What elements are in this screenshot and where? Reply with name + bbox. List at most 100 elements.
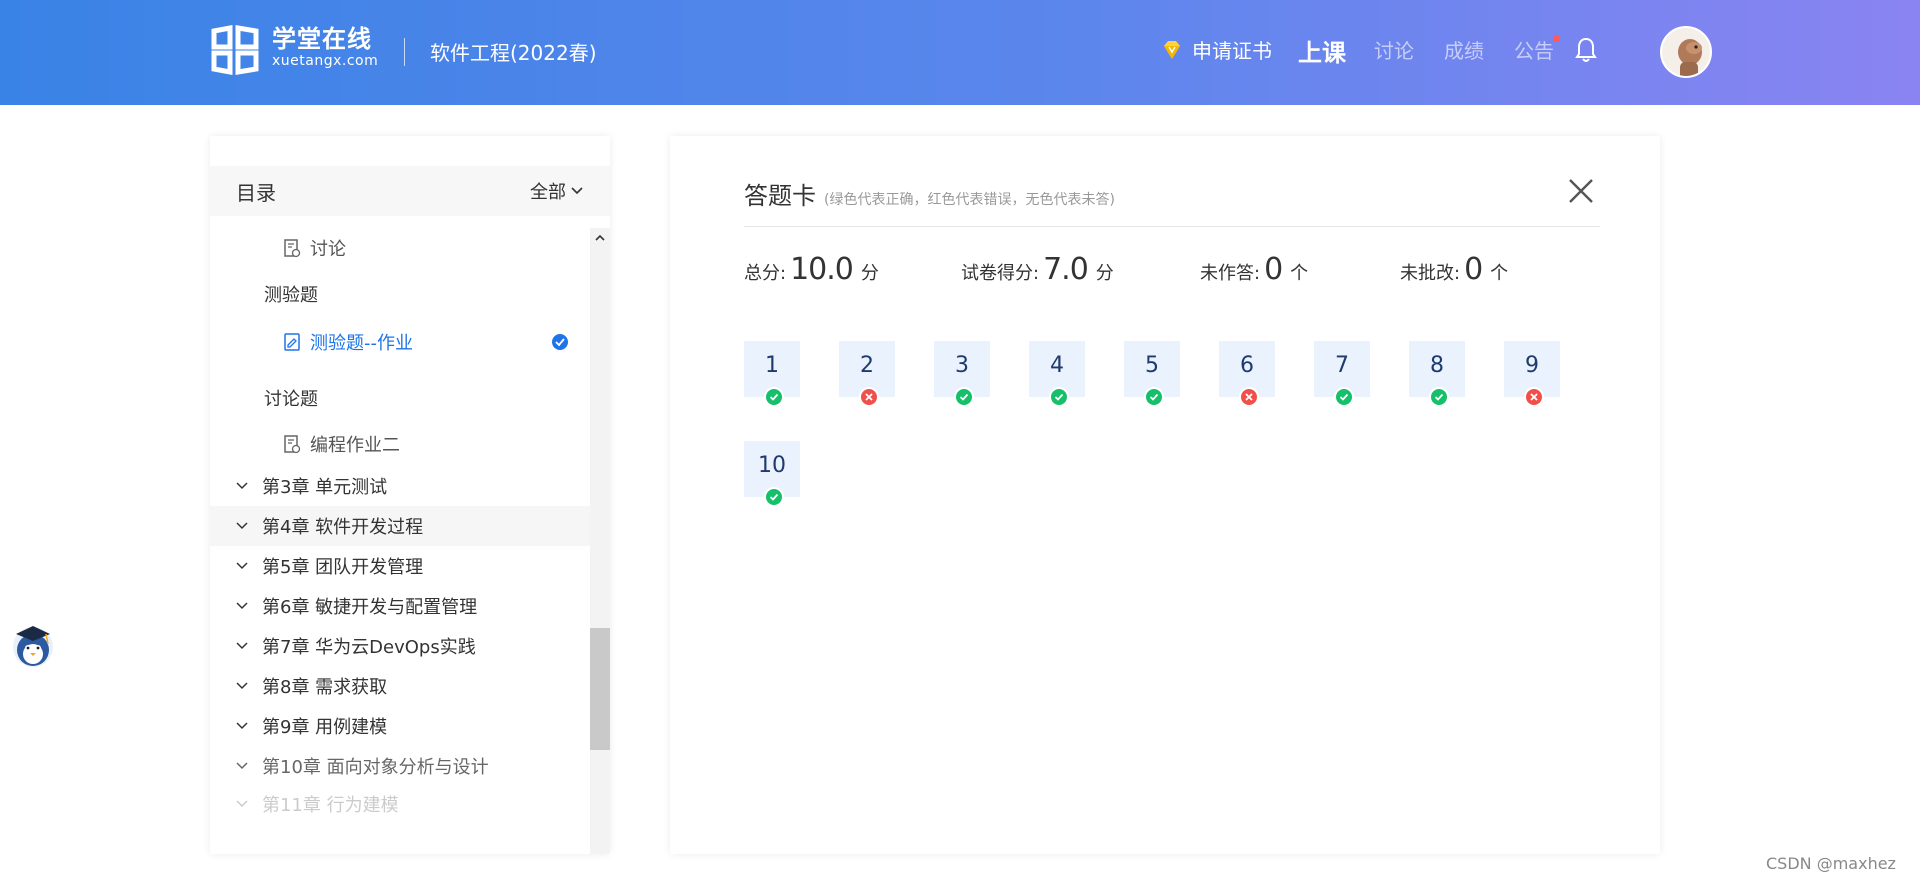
chapter-label: 第10章 面向对象分析与设计 [262, 757, 489, 778]
question-3-button[interactable]: 3 [934, 341, 990, 407]
catalog-scrollbar-thumb[interactable] [590, 628, 610, 750]
panel-divider [744, 226, 1600, 227]
chapter-5[interactable]: 第5章 团队开发管理 [210, 546, 590, 586]
question-2-button[interactable]: 2 [839, 341, 895, 407]
catalog-scrollbar[interactable] [590, 228, 610, 854]
question-number: 9 [1525, 353, 1539, 378]
chevron-down-icon [236, 602, 248, 610]
logo-text[interactable]: 学堂在线 xuetangx.com [272, 25, 378, 69]
question-number: 8 [1430, 353, 1444, 378]
nav-notice-label: 公告 [1514, 39, 1554, 63]
question-10-button[interactable]: 10 [744, 441, 800, 507]
chevron-down-icon [236, 482, 248, 490]
course-title[interactable]: 软件工程(2022春) [430, 37, 597, 66]
notice-badge-dot [1553, 35, 1560, 42]
nav-notice[interactable]: 公告 [1514, 35, 1560, 64]
question-6-button[interactable]: 6 [1219, 341, 1275, 407]
stat-unit: 个 [1490, 263, 1509, 284]
catalog-sidebar: 目录 全部 讨论 测验题 测验题--作业 讨论题 编程作业二 第3章 单元测试 … [210, 136, 610, 854]
quiz-edit-icon [284, 333, 300, 351]
chapter-9[interactable]: 第9章 用例建模 [210, 706, 590, 746]
logo-cn: 学堂在线 [272, 25, 372, 53]
user-avatar[interactable] [1660, 26, 1712, 78]
chapter-6[interactable]: 第6章 敏捷开发与配置管理 [210, 586, 590, 626]
bell-icon[interactable] [1574, 36, 1598, 64]
catalog-header: 目录 全部 [210, 166, 610, 216]
answer-card-title: 答题卡 [744, 182, 816, 210]
nav-grades[interactable]: 成绩 [1444, 35, 1484, 64]
diamond-icon [1164, 40, 1180, 59]
header-divider [404, 38, 405, 66]
catalog-item-quiz-homework[interactable]: 测验题--作业 [210, 322, 590, 362]
chapter-8[interactable]: 第8章 需求获取 [210, 666, 590, 706]
answer-card-panel: 答题卡 (绿色代表正确，红色代表错误，无色代表未答) 总分: 10.0 分 试卷… [670, 136, 1660, 854]
question-number: 10 [758, 453, 786, 478]
correct-check-icon [764, 487, 784, 507]
close-icon[interactable] [1566, 176, 1596, 206]
chapter-11[interactable]: 第11章 行为建模 [210, 784, 590, 824]
catalog-item-label: 编程作业二 [310, 435, 400, 456]
chapter-label: 第3章 单元测试 [262, 477, 388, 498]
question-8-button[interactable]: 8 [1409, 341, 1465, 407]
xuetangx-logo-icon[interactable] [210, 25, 260, 75]
catalog-section-quiz: 测验题 [210, 274, 590, 314]
chapter-7[interactable]: 第7章 华为云DevOps实践 [210, 626, 590, 666]
stat-unit: 个 [1290, 263, 1309, 284]
correct-check-icon [1429, 387, 1449, 407]
catalog-filter-dropdown[interactable]: 全部 [530, 178, 584, 204]
answer-card-legend-hint: (绿色代表正确，红色代表错误，无色代表未答) [824, 192, 1115, 208]
nav-discussion[interactable]: 讨论 [1374, 35, 1414, 64]
question-number: 4 [1050, 353, 1064, 378]
correct-check-icon [954, 387, 974, 407]
question-number: 6 [1240, 353, 1254, 378]
catalog-title: 目录 [236, 180, 276, 205]
answer-card-heading: 答题卡 (绿色代表正确，红色代表错误，无色代表未答) [744, 176, 1115, 211]
catalog-item-programming-2[interactable]: 编程作业二 [210, 424, 590, 464]
question-7-button[interactable]: 7 [1314, 341, 1370, 407]
nav-lesson[interactable]: 上课 [1298, 33, 1346, 68]
apply-certificate-link[interactable]: 申请证书 [1160, 35, 1272, 64]
wrong-cross-icon [859, 387, 879, 407]
question-5-button[interactable]: 5 [1124, 341, 1180, 407]
document-icon [284, 435, 301, 454]
chapter-10[interactable]: 第10章 面向对象分析与设计 [210, 746, 590, 786]
stat-value: 10.0 [790, 252, 854, 287]
catalog-section-label: 讨论题 [264, 389, 318, 410]
stat-value: 0 [1264, 252, 1283, 287]
scroll-up-arrow-icon[interactable] [594, 232, 606, 244]
question-9-button[interactable]: 9 [1504, 341, 1560, 407]
question-number: 7 [1335, 353, 1349, 378]
wrong-cross-icon [1239, 387, 1259, 407]
chapter-label: 第6章 敏捷开发与配置管理 [262, 597, 478, 618]
chevron-down-icon [571, 187, 583, 195]
question-number: 3 [955, 353, 969, 378]
chevron-down-icon [236, 522, 248, 530]
question-number: 2 [860, 353, 874, 378]
stat-unit: 分 [860, 263, 879, 284]
chapter-label: 第4章 软件开发过程 [262, 517, 424, 538]
watermark: CSDN @maxhez [1766, 854, 1896, 873]
stat-label: 总分: [744, 263, 787, 284]
chapter-4[interactable]: 第4章 软件开发过程 [210, 506, 590, 546]
catalog-item-discussion[interactable]: 讨论 [210, 228, 590, 268]
stat-unanswered: 未作答: 0 个 [1200, 252, 1308, 287]
chevron-down-icon [236, 682, 248, 690]
stat-value: 7.0 [1043, 252, 1089, 287]
catalog-filter-label: 全部 [530, 182, 566, 203]
question-4-button[interactable]: 4 [1029, 341, 1085, 407]
assistant-mascot-icon[interactable] [8, 620, 58, 670]
chapter-label: 第5章 团队开发管理 [262, 557, 424, 578]
question-1-button[interactable]: 1 [744, 341, 800, 407]
chapter-label: 第11章 行为建模 [262, 795, 399, 816]
chapter-3[interactable]: 第3章 单元测试 [210, 466, 590, 506]
wrong-cross-icon [1524, 387, 1544, 407]
chevron-down-icon [236, 642, 248, 650]
chevron-down-icon [236, 800, 248, 808]
top-header: 学堂在线 xuetangx.com 软件工程(2022春) 申请证书 上课 讨论… [0, 0, 1920, 105]
completed-check-icon [552, 334, 568, 350]
catalog-item-label: 讨论 [310, 239, 346, 260]
logo-en: xuetangx.com [272, 53, 379, 69]
catalog-section-label: 测验题 [264, 285, 318, 306]
correct-check-icon [1049, 387, 1069, 407]
chapter-label: 第7章 华为云DevOps实践 [262, 637, 476, 658]
